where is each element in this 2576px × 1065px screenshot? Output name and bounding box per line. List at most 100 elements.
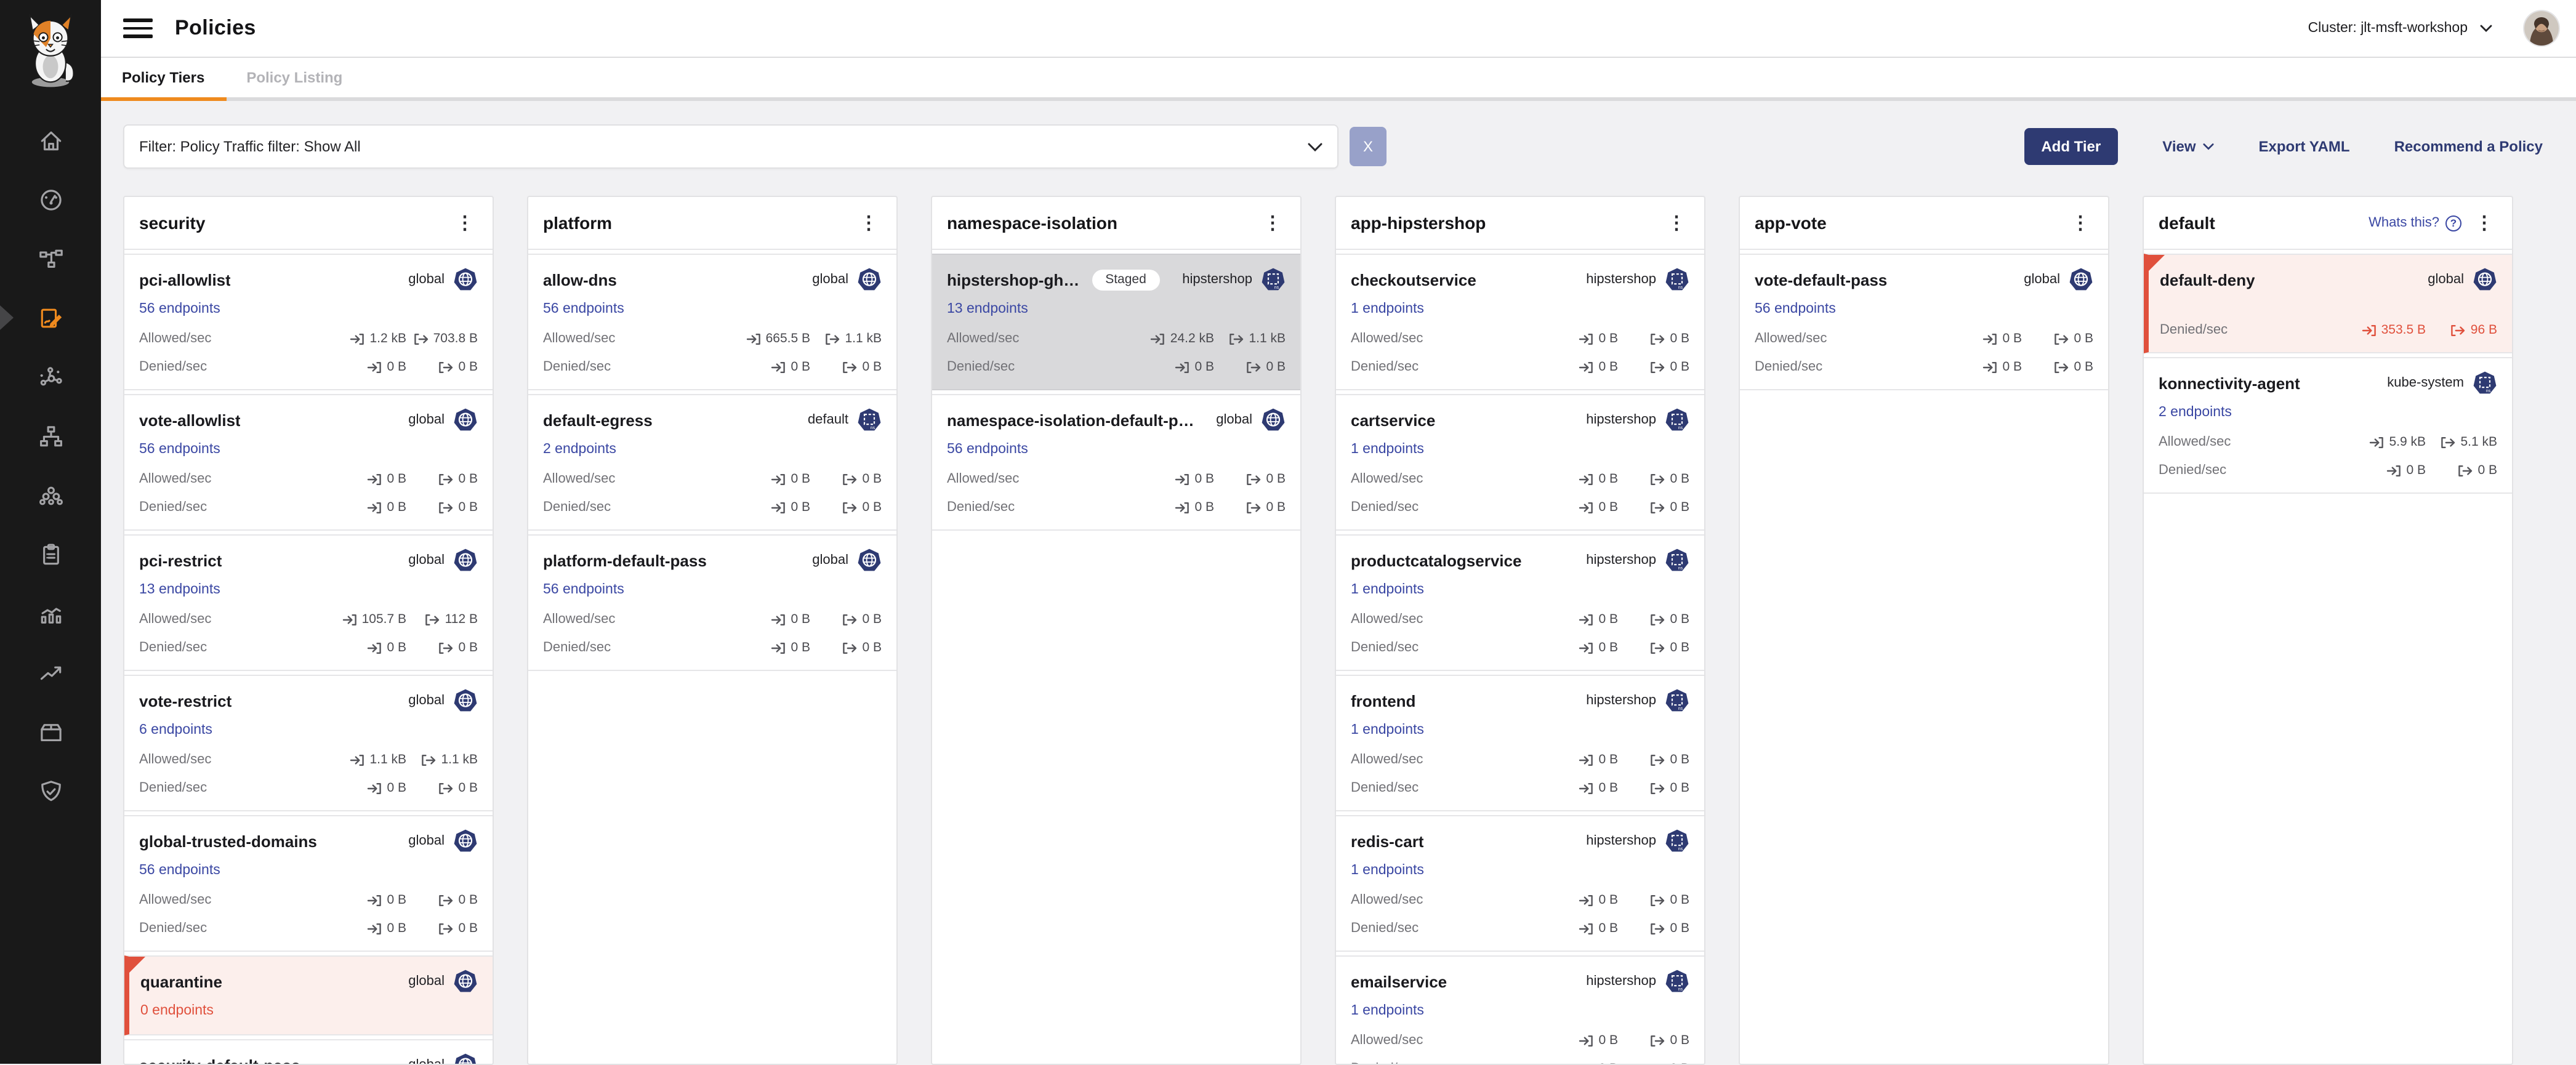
sidebar-item-policies[interactable] (0, 288, 101, 347)
endpoints-link[interactable]: 1 endpoints (1351, 302, 1424, 319)
metric-row: Denied/sec0 B0 B (1351, 639, 1689, 656)
clear-filter-button[interactable]: X (1350, 127, 1387, 166)
sidebar-item-threat-shield[interactable] (0, 761, 101, 820)
recommend-policy-button[interactable]: Recommend a Policy (2394, 138, 2543, 155)
policy-card[interactable]: security-default-passglobal (124, 1039, 493, 1065)
scope-label: global (408, 834, 445, 848)
policy-card[interactable]: vote-default-passglobal56 endpointsAllow… (1740, 254, 2108, 390)
policy-card[interactable]: default-denyglobalDenied/sec353.5 B96 B (2144, 254, 2512, 353)
policy-name: namespace-isolation-default-p… (947, 411, 1194, 429)
sidebar-item-compliance-clipboard[interactable] (0, 524, 101, 584)
metric-label: Denied/sec (139, 500, 207, 515)
policy-card[interactable]: quarantineglobal0 endpoints (124, 955, 493, 1035)
policy-card[interactable]: cartservicehipstershopns1 endpointsAllow… (1336, 394, 1704, 531)
tier-menu-icon[interactable]: ⋮ (856, 211, 882, 235)
ingress-metric: 0 B (719, 360, 810, 374)
metric-label: Denied/sec (543, 500, 611, 515)
policy-card[interactable]: konnectivity-agentkube-systemns2 endpoin… (2144, 357, 2512, 494)
metric-row: Denied/sec0 B0 B (2159, 462, 2497, 479)
sidebar-item-trends[interactable] (0, 643, 101, 702)
metric-label: Denied/sec (1351, 500, 1419, 515)
policy-card[interactable]: vote-allowlistglobal56 endpointsAllowed/… (124, 394, 493, 531)
policy-card[interactable]: default-egressdefaultns2 endpointsAllowe… (528, 394, 896, 531)
sidebar-item-sitemap[interactable] (0, 406, 101, 465)
endpoints-link[interactable]: 1 endpoints (1351, 863, 1424, 880)
flow-logs-icon (38, 600, 63, 626)
egress-metric: 0 B (1618, 1061, 1689, 1065)
policy-card[interactable]: pci-restrictglobal13 endpointsAllowed/se… (124, 534, 493, 671)
tab-policy-tiers[interactable]: Policy Tiers (122, 68, 204, 86)
endpoints-link[interactable]: 56 endpoints (1755, 302, 1836, 319)
policy-card[interactable]: global-trusted-domainsglobal56 endpoints… (124, 815, 493, 952)
export-yaml-button[interactable]: Export YAML (2259, 138, 2350, 155)
endpoints-link[interactable]: 56 endpoints (543, 302, 624, 319)
metric-row: Allowed/sec0 B0 B (1351, 751, 1689, 768)
tier-menu-icon[interactable]: ⋮ (2067, 211, 2093, 235)
endpoints-link[interactable]: 1 endpoints (1351, 1003, 1424, 1021)
sidebar-item-workloads[interactable] (0, 465, 101, 524)
endpoints-link[interactable]: 13 endpoints (947, 302, 1028, 319)
user-avatar[interactable] (2524, 11, 2559, 46)
policy-card[interactable]: vote-restrictglobal6 endpointsAllowed/se… (124, 675, 493, 811)
endpoints-link[interactable]: 56 endpoints (139, 302, 220, 319)
whats-this-link[interactable]: Whats this? ? (2369, 215, 2461, 231)
metric-label: Denied/sec (1351, 360, 1419, 374)
globe-icon (453, 969, 478, 994)
endpoints-link[interactable]: 1 endpoints (1351, 582, 1424, 600)
view-button[interactable]: View (2162, 138, 2214, 155)
policy-card[interactable]: allow-dnsglobal56 endpointsAllowed/sec66… (528, 254, 896, 390)
policy-name: vote-default-pass (1755, 270, 1887, 289)
endpoints-link[interactable]: 56 endpoints (139, 863, 220, 880)
endpoints-link[interactable]: 56 endpoints (947, 442, 1028, 459)
policy-card[interactable]: platform-default-passglobal56 endpointsA… (528, 534, 896, 671)
metric-row: Allowed/sec0 B0 B (947, 470, 1286, 488)
calico-logo[interactable] (16, 10, 85, 89)
metric-label: Denied/sec (543, 360, 611, 374)
policy-card[interactable]: redis-carthipstershopns1 endpointsAllowe… (1336, 815, 1704, 952)
tier-menu-icon[interactable]: ⋮ (452, 211, 478, 235)
chevron-down-icon (1308, 142, 1322, 151)
tab-policy-listing[interactable]: Policy Listing (246, 68, 342, 86)
sidebar-item-inventory-box[interactable] (0, 702, 101, 761)
policy-card[interactable]: pci-allowlistglobal56 endpointsAllowed/s… (124, 254, 493, 390)
metric-row: Allowed/sec105.7 B112 B (139, 611, 478, 628)
endpoints-link[interactable]: 6 endpoints (139, 723, 212, 740)
endpoints-link[interactable]: 56 endpoints (139, 442, 220, 459)
metric-row: Allowed/sec0 B0 B (543, 470, 882, 488)
policy-card[interactable]: namespace-isolation-default-p…global56 e… (932, 394, 1300, 531)
ingress-metric: 0 B (719, 500, 810, 515)
egress-icon (2054, 332, 2069, 345)
tier-menu-icon[interactable]: ⋮ (2471, 211, 2497, 235)
endpoints-link[interactable]: 2 endpoints (543, 442, 616, 459)
endpoints-link[interactable]: 0 endpoints (140, 1003, 214, 1021)
policy-card[interactable]: frontendhipstershopns1 endpointsAllowed/… (1336, 675, 1704, 811)
sidebar-item-flow-logs[interactable] (0, 584, 101, 643)
endpoints-link[interactable]: 2 endpoints (2159, 405, 2232, 422)
active-tab-indicator (101, 97, 227, 101)
policy-card[interactable]: checkoutservicehipstershopns1 endpointsA… (1336, 254, 1704, 390)
tier-menu-icon[interactable]: ⋮ (1260, 211, 1286, 235)
menu-icon[interactable] (123, 18, 153, 38)
ingress-icon (2362, 323, 2377, 337)
policy-card[interactable]: emailservicehipstershopns1 endpointsAllo… (1336, 955, 1704, 1065)
policy-card[interactable]: productcatalogservicehipstershopns1 endp… (1336, 534, 1704, 671)
tier-name: default (2159, 213, 2215, 233)
policy-traffic-filter-select[interactable]: Filter: Policy Traffic filter: Show All (123, 124, 1338, 169)
add-tier-button[interactable]: Add Tier (2024, 128, 2118, 165)
endpoints-link[interactable]: 1 endpoints (1351, 442, 1424, 459)
sidebar-item-service-graph[interactable] (0, 229, 101, 288)
cluster-selector[interactable]: Cluster: jlt-msft-workshop (2308, 21, 2492, 36)
policy-card[interactable]: hipstershop-gh…Stagedhipstershopns13 end… (932, 254, 1300, 390)
endpoints-link[interactable]: 13 endpoints (139, 582, 220, 600)
endpoints-link[interactable]: 56 endpoints (543, 582, 624, 600)
namespace-icon: ns (1665, 829, 1689, 853)
endpoints-link[interactable]: 1 endpoints (1351, 723, 1424, 740)
metric-row: Denied/sec0 B0 B (139, 920, 478, 937)
egress-icon (414, 332, 429, 345)
tier-menu-icon[interactable]: ⋮ (1664, 211, 1689, 235)
sidebar-item-home[interactable] (0, 111, 101, 170)
sidebar-item-dashboard[interactable] (0, 170, 101, 229)
sidebar-item-network-nodes[interactable] (0, 347, 101, 406)
metric-label: Denied/sec (1351, 781, 1419, 795)
ingress-metric: 665.5 B (719, 331, 810, 346)
